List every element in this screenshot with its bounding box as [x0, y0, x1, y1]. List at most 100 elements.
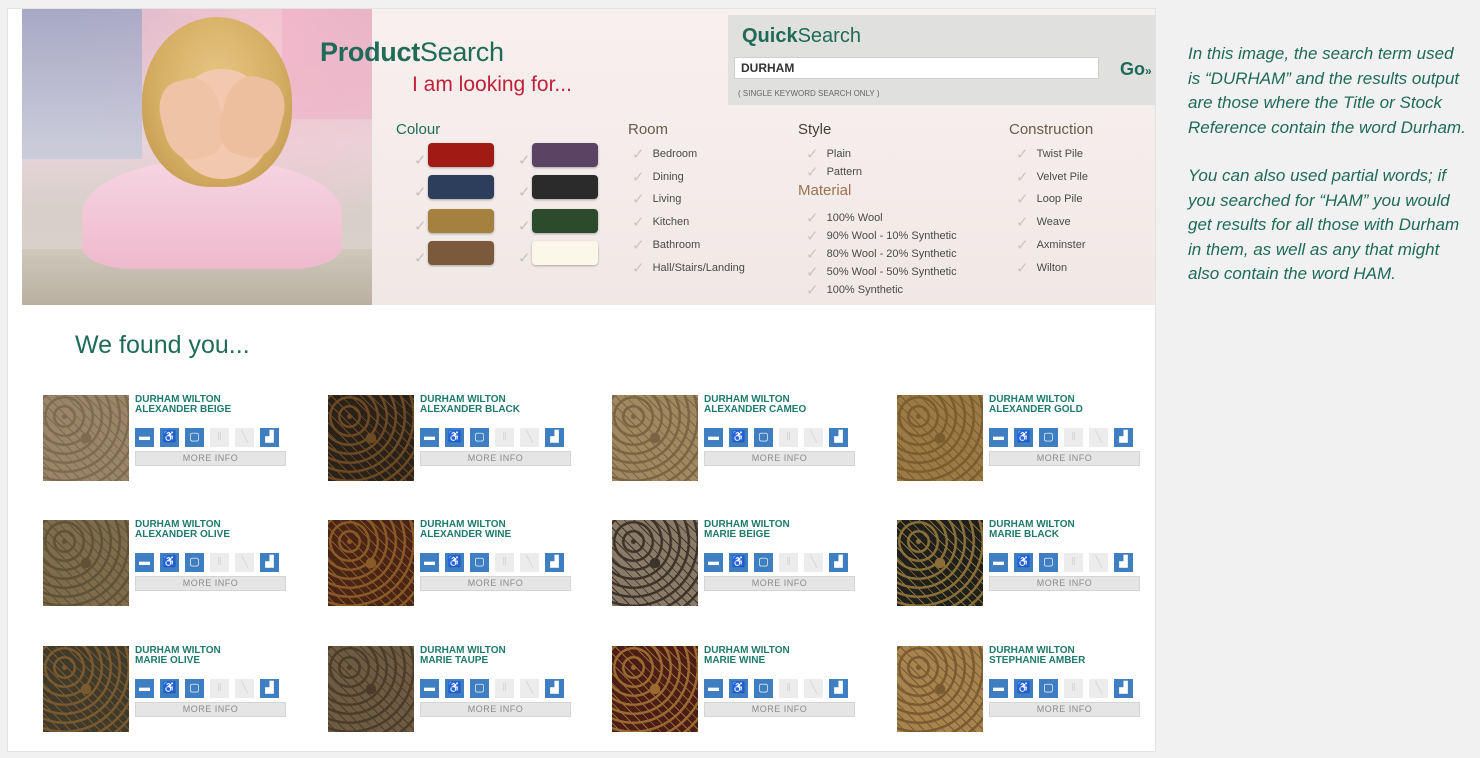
room-option[interactable]: ✓ Bathroom	[632, 236, 700, 254]
more-info-button[interactable]: MORE INFO	[420, 702, 571, 717]
room-option[interactable]: ✓ Bedroom	[632, 145, 697, 163]
swatch-check-icon[interactable]: ✓	[414, 183, 427, 201]
quick-search-input[interactable]	[734, 57, 1099, 79]
go-button[interactable]: Go»	[1120, 59, 1152, 80]
carpet-thumbnail[interactable]	[612, 395, 698, 481]
room-option[interactable]: ✓ Kitchen	[632, 213, 689, 231]
carpet-thumbnail[interactable]	[897, 646, 983, 732]
product-name[interactable]: DURHAM WILTON ALEXANDER BLACK	[420, 395, 585, 415]
product-name[interactable]: DURHAM WILTON MARIE BLACK	[989, 520, 1154, 540]
swatch-check-icon[interactable]: ✓	[414, 151, 427, 169]
product-name[interactable]: DURHAM WILTON MARIE TAUPE	[420, 646, 585, 666]
colour-swatch[interactable]	[532, 241, 598, 265]
check-icon: ✓	[1016, 236, 1029, 254]
dining-icon: ♿	[445, 553, 464, 572]
more-info-button[interactable]: MORE INFO	[420, 451, 571, 466]
living-icon: ▢	[185, 428, 204, 447]
swatch-check-icon[interactable]: ✓	[414, 217, 427, 235]
dining-icon: ♿	[729, 553, 748, 572]
carpet-thumbnail[interactable]	[612, 646, 698, 732]
carpet-thumbnail[interactable]	[43, 395, 129, 481]
carpet-thumbnail[interactable]	[328, 395, 414, 481]
more-info-button[interactable]: MORE INFO	[989, 702, 1140, 717]
carpet-thumbnail[interactable]	[897, 520, 983, 606]
carpet-thumbnail[interactable]	[897, 395, 983, 481]
bathroom-icon: ╲	[520, 553, 539, 572]
style-option-label: Pattern	[826, 165, 863, 178]
more-info-button[interactable]: MORE INFO	[135, 576, 286, 591]
check-icon: ✓	[1016, 191, 1029, 209]
more-info-button[interactable]: MORE INFO	[989, 451, 1140, 466]
room-option[interactable]: ✓ Living	[632, 190, 681, 208]
more-info-button[interactable]: MORE INFO	[704, 576, 855, 591]
product-card: DURHAM WILTON MARIE BLACK ▬ ♿ ▢ ‖ ╲ ▟ MORE INFO	[897, 520, 1155, 620]
dining-icon: ♿	[445, 428, 464, 447]
product-name[interactable]: DURHAM WILTON MARIE BEIGE	[704, 520, 869, 540]
dining-icon: ♿	[160, 553, 179, 572]
more-info-button[interactable]: MORE INFO	[420, 576, 571, 591]
more-info-button[interactable]: MORE INFO	[135, 702, 286, 717]
check-icon: ✓	[806, 146, 819, 163]
carpet-thumbnail[interactable]	[328, 646, 414, 732]
construction-option[interactable]: ✓ Velvet Pile	[1016, 168, 1088, 186]
stairs-icon: ▟	[545, 679, 564, 698]
quick-search-title: QuickSearch	[742, 25, 861, 47]
carpet-thumbnail[interactable]	[43, 646, 129, 732]
swatch-check-icon[interactable]: ✓	[518, 217, 531, 235]
material-option[interactable]: ✓ 50% Wool - 50% Synthetic	[806, 263, 957, 281]
product-name[interactable]: DURHAM WILTON MARIE OLIVE	[135, 646, 300, 666]
material-option[interactable]: ✓ 100% Wool	[806, 209, 883, 227]
colour-filter-title: Colour	[396, 121, 441, 138]
construction-option[interactable]: ✓ Wilton	[1016, 259, 1067, 277]
colour-swatch[interactable]	[428, 143, 494, 167]
living-icon: ▢	[1039, 679, 1058, 698]
stairs-icon: ▟	[829, 679, 848, 698]
check-icon: ✓	[632, 236, 645, 254]
more-info-button[interactable]: MORE INFO	[704, 451, 855, 466]
living-icon: ▢	[1039, 553, 1058, 572]
material-option-label: 100% Synthetic	[826, 283, 904, 296]
product-search-panel: ProductSearch I am looking for... QuickS…	[7, 8, 1156, 752]
product-name[interactable]: DURHAM WILTON ALEXANDER OLIVE	[135, 520, 300, 540]
more-info-button[interactable]: MORE INFO	[135, 451, 286, 466]
kitchen-icon: ‖	[210, 553, 229, 572]
room-option-label: Bathroom	[652, 238, 701, 251]
carpet-thumbnail[interactable]	[43, 520, 129, 606]
product-name[interactable]: DURHAM WILTON ALEXANDER CAMEO	[704, 395, 869, 415]
swatch-check-icon[interactable]: ✓	[518, 249, 531, 267]
product-name[interactable]: DURHAM WILTON STEPHANIE AMBER	[989, 646, 1154, 666]
carpet-thumbnail[interactable]	[328, 520, 414, 606]
product-name[interactable]: DURHAM WILTON ALEXANDER WINE	[420, 520, 585, 540]
construction-option[interactable]: ✓ Twist Pile	[1016, 145, 1083, 163]
swatch-check-icon[interactable]: ✓	[518, 183, 531, 201]
room-option[interactable]: ✓ Hall/Stairs/Landing	[632, 259, 745, 277]
stairs-icon: ▟	[1114, 428, 1133, 447]
product-name[interactable]: DURHAM WILTON ALEXANDER BEIGE	[135, 395, 300, 415]
room-option[interactable]: ✓ Dining	[632, 168, 684, 186]
construction-option[interactable]: ✓ Loop Pile	[1016, 190, 1082, 208]
product-name[interactable]: DURHAM WILTON MARIE WINE	[704, 646, 869, 666]
dining-icon: ♿	[445, 679, 464, 698]
material-option[interactable]: ✓ 80% Wool - 20% Synthetic	[806, 245, 957, 263]
style-option[interactable]: ✓ Pattern	[806, 163, 862, 181]
construction-option[interactable]: ✓ Weave	[1016, 213, 1071, 231]
material-option[interactable]: ✓ 100% Synthetic	[806, 281, 903, 299]
product-name[interactable]: DURHAM WILTON ALEXANDER GOLD	[989, 395, 1154, 415]
style-option[interactable]: ✓ Plain	[806, 145, 851, 163]
colour-swatch[interactable]	[428, 209, 494, 233]
more-info-button[interactable]: MORE INFO	[989, 576, 1140, 591]
colour-swatch[interactable]	[532, 175, 598, 199]
quick-search-note: ( SINGLE KEYWORD SEARCH ONLY )	[738, 89, 880, 98]
room-option-label: Bedroom	[652, 147, 698, 160]
colour-swatch[interactable]	[428, 175, 494, 199]
swatch-check-icon[interactable]: ✓	[518, 151, 531, 169]
carpet-thumbnail[interactable]	[612, 520, 698, 606]
construction-option[interactable]: ✓ Axminster	[1016, 236, 1085, 254]
bedroom-icon: ▬	[135, 679, 154, 698]
colour-swatch[interactable]	[532, 143, 598, 167]
more-info-button[interactable]: MORE INFO	[704, 702, 855, 717]
colour-swatch[interactable]	[532, 209, 598, 233]
colour-swatch[interactable]	[428, 241, 494, 265]
material-option[interactable]: ✓ 90% Wool - 10% Synthetic	[806, 227, 957, 245]
swatch-check-icon[interactable]: ✓	[414, 249, 427, 267]
